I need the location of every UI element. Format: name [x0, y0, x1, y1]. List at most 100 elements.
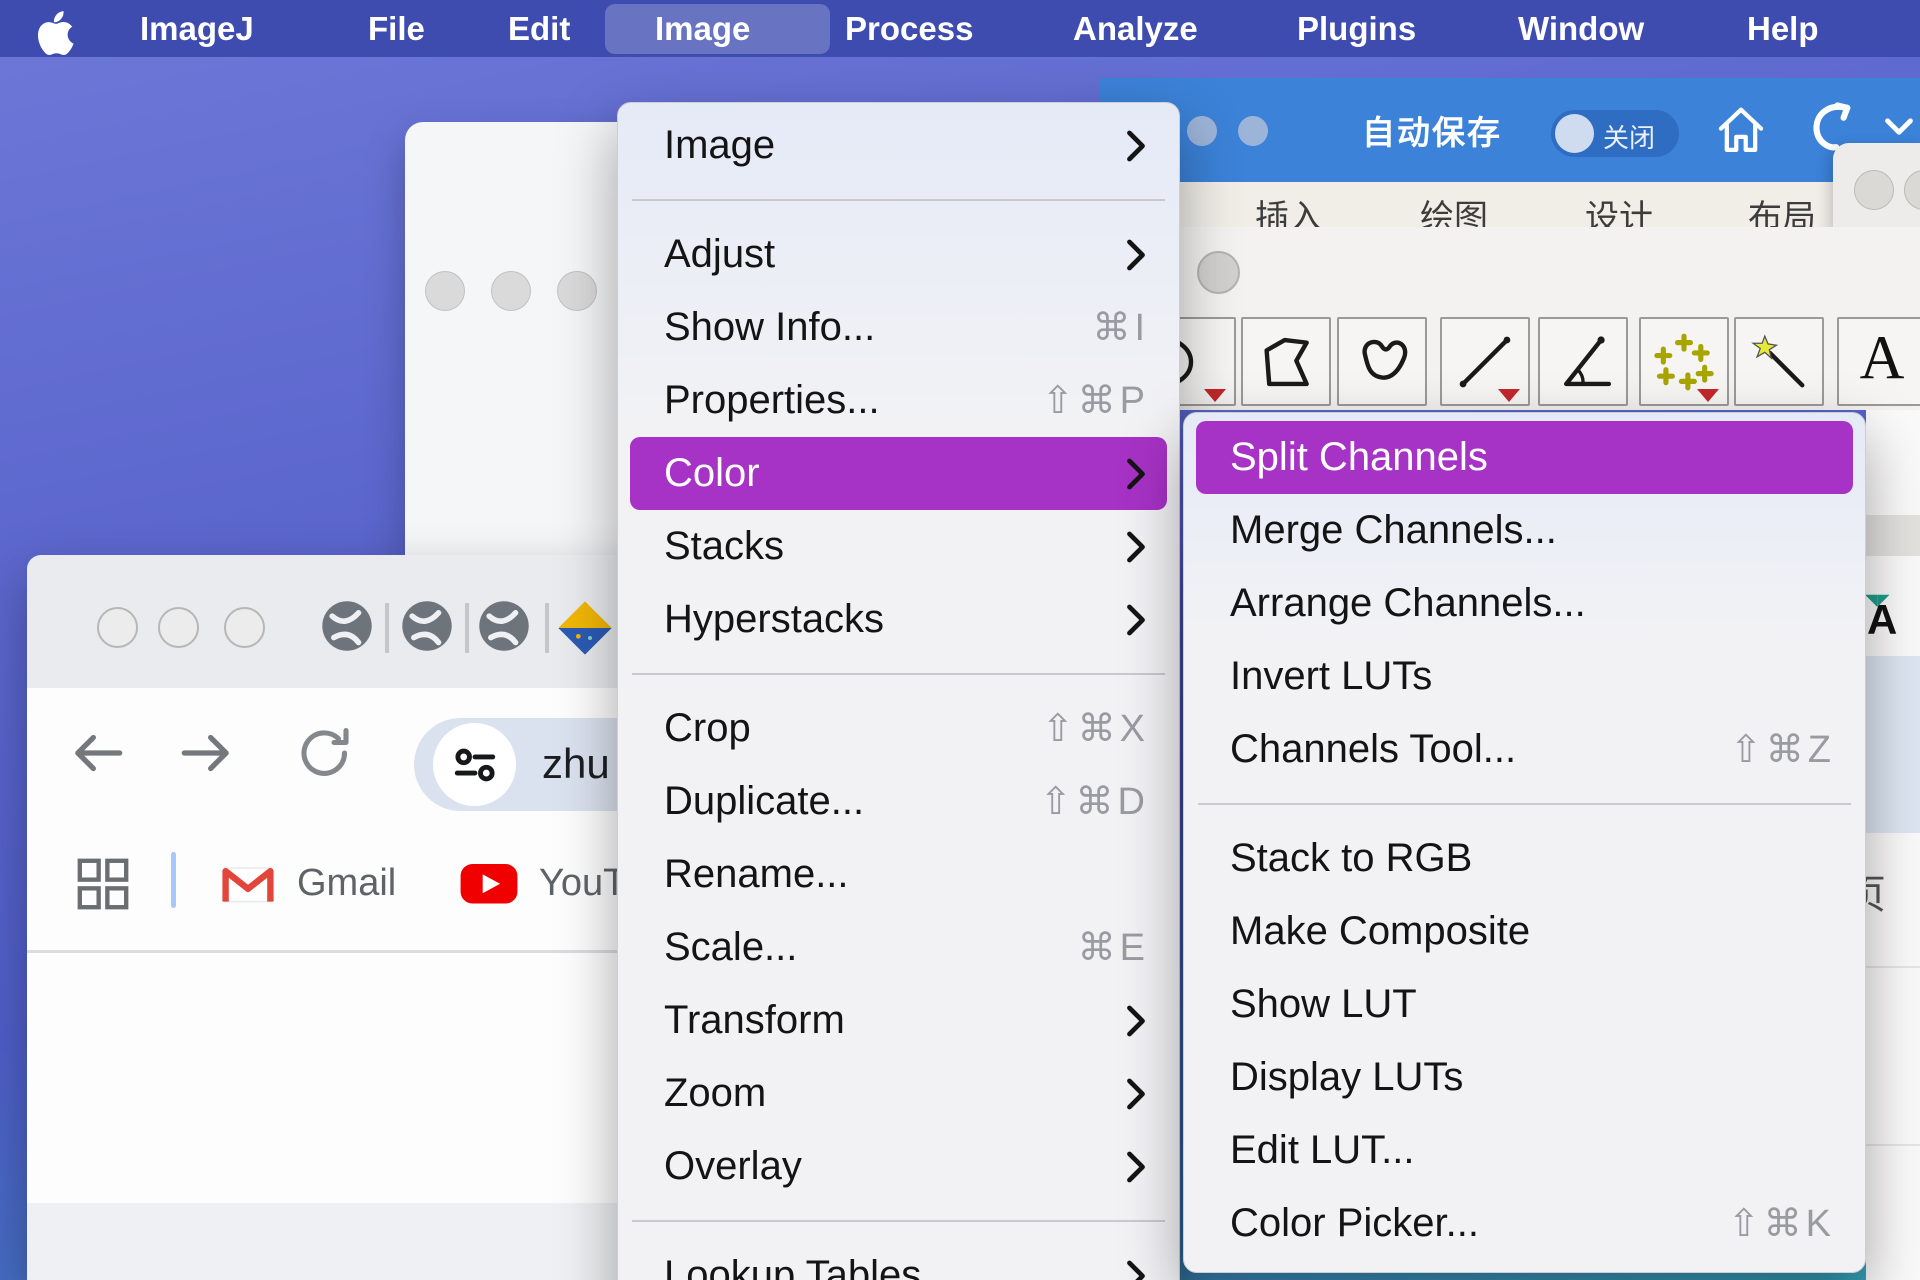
menubar-item-file[interactable]: File: [368, 0, 425, 57]
text-tool-button[interactable]: A: [1837, 317, 1920, 406]
menu-item-make-composite[interactable]: Make Composite: [1184, 895, 1865, 968]
submenu-arrow-icon: [1123, 1150, 1149, 1184]
menu-item-overlay[interactable]: Overlay: [618, 1130, 1179, 1203]
globe-favicon[interactable]: [319, 598, 375, 659]
menu-item-zoom[interactable]: Zoom: [618, 1057, 1179, 1130]
menu-item-stacks[interactable]: Stacks: [618, 510, 1179, 583]
menu-item-split-channels[interactable]: Split Channels: [1196, 421, 1853, 494]
menu-item-rename[interactable]: Rename...: [618, 838, 1179, 911]
angle-tool-button[interactable]: [1538, 317, 1628, 406]
word-traffic-light[interactable]: [1238, 116, 1268, 146]
autosave-toggle[interactable]: 关闭: [1551, 110, 1679, 157]
tune-icon[interactable]: [433, 723, 516, 806]
traffic-light-close[interactable]: [97, 607, 138, 648]
ribbon-tab[interactable]: 绘图: [1420, 190, 1488, 227]
menubar-item-analyze[interactable]: Analyze: [1073, 0, 1198, 57]
menu-item-label: Edit LUT...: [1230, 1128, 1835, 1173]
menu-item-stack-to-rgb[interactable]: Stack to RGB: [1184, 822, 1865, 895]
menu-item-label: Color Picker...: [1230, 1201, 1728, 1246]
menu-item-transform[interactable]: Transform: [618, 984, 1179, 1057]
menu-item-merge-channels[interactable]: Merge Channels...: [1184, 494, 1865, 567]
menu-item-label: Stack to RGB: [1230, 836, 1835, 881]
menu-item-shortcut: ⇧⌘Z: [1730, 727, 1835, 772]
traffic-light[interactable]: [1854, 170, 1894, 210]
menubar-item-image[interactable]: Image: [655, 0, 750, 57]
traffic-light[interactable]: [1197, 251, 1240, 294]
apple-icon[interactable]: [36, 9, 78, 51]
menu-item-scale[interactable]: Scale...⌘E: [618, 911, 1179, 984]
traffic-light-close[interactable]: [425, 271, 465, 311]
line-tool-button[interactable]: [1440, 317, 1530, 406]
submenu-arrow-icon: [1123, 1259, 1149, 1280]
submenu-arrow-icon: [1123, 238, 1149, 272]
line-tool-icon: [1454, 331, 1516, 393]
forward-icon[interactable]: [175, 724, 237, 787]
menu-item-arrange-channels[interactable]: Arrange Channels...: [1184, 567, 1865, 640]
menu-item-adjust[interactable]: Adjust: [618, 218, 1179, 291]
menubar-item-process[interactable]: Process: [845, 0, 973, 57]
menu-item-label: Zoom: [664, 1071, 1111, 1116]
menubar-item-imagej[interactable]: ImageJ: [140, 0, 254, 57]
menu-item-display-luts[interactable]: Display LUTs: [1184, 1041, 1865, 1114]
floating-window-corner: [1833, 143, 1920, 233]
angle-tool-icon: [1552, 331, 1614, 393]
chevron-down-icon[interactable]: [1884, 118, 1914, 143]
globe-favicon[interactable]: [399, 598, 455, 659]
menu-item-duplicate[interactable]: Duplicate...⇧⌘D: [618, 765, 1179, 838]
ribbon-tab[interactable]: 插入: [1255, 190, 1323, 227]
menu-item-invert-luts[interactable]: Invert LUTs: [1184, 640, 1865, 713]
gmail-icon: [219, 860, 277, 908]
submenu-arrow-icon: [1123, 1004, 1149, 1038]
menu-item-properties[interactable]: Properties...⇧⌘P: [618, 364, 1179, 437]
tool-options-marker: [1498, 389, 1520, 402]
apps-grid-icon[interactable]: [74, 855, 132, 918]
traffic-light-minimize[interactable]: [491, 271, 531, 311]
menubar-item-plugins[interactable]: Plugins: [1297, 0, 1416, 57]
traffic-light-zoom[interactable]: [224, 607, 265, 648]
menu-item-hyperstacks[interactable]: Hyperstacks: [618, 583, 1179, 656]
divider: [1866, 1144, 1920, 1146]
globe-favicon[interactable]: [476, 598, 532, 659]
menu-item-crop[interactable]: Crop⇧⌘X: [618, 692, 1179, 765]
submenu-arrow-icon: [1123, 603, 1149, 637]
tool-options-marker: [1697, 389, 1719, 402]
menu-item-label: Image: [664, 123, 1111, 168]
word-ribbon-tabs: 插入 绘图 设计 布局: [1100, 182, 1920, 227]
menu-item-image[interactable]: Image: [618, 109, 1179, 182]
wand-tool-icon: [1748, 331, 1810, 393]
menu-separator: [618, 1203, 1179, 1239]
menu-item-label: Split Channels: [1230, 435, 1835, 480]
menu-item-edit-lut[interactable]: Edit LUT...: [1184, 1114, 1865, 1187]
word-traffic-light[interactable]: [1187, 116, 1217, 146]
menu-item-show-info[interactable]: Show Info...⌘I: [618, 291, 1179, 364]
menu-item-color-picker[interactable]: Color Picker...⇧⌘K: [1184, 1187, 1865, 1260]
menu-item-show-lut[interactable]: Show LUT: [1184, 968, 1865, 1041]
diamond-favicon[interactable]: [555, 598, 615, 663]
menubar-item-help[interactable]: Help: [1747, 0, 1819, 57]
menubar-item-edit[interactable]: Edit: [508, 0, 570, 57]
font-icon-fragment[interactable]: ◥◤A: [1867, 596, 1897, 644]
menu-item-lookup-tables[interactable]: Lookup Tables: [618, 1239, 1179, 1280]
home-icon[interactable]: [1715, 102, 1767, 165]
submenu-arrow-icon: [1123, 457, 1149, 491]
imagej-toolbar-window: A: [1100, 227, 1920, 410]
menu-item-color[interactable]: Color: [630, 437, 1167, 510]
ribbon-tab[interactable]: 布局: [1748, 190, 1816, 227]
back-icon[interactable]: [67, 724, 129, 787]
screen: 自动保存 关闭 插入绘图设计布局 ◥◤A 页 A: [0, 0, 1920, 1280]
point-tool-button[interactable]: [1639, 317, 1729, 406]
word-titlebar: 自动保存 关闭: [1100, 78, 1920, 182]
menu-item-channels-tool[interactable]: Channels Tool...⇧⌘Z: [1184, 713, 1865, 786]
traffic-light-minimize[interactable]: [158, 607, 199, 648]
divider: [1866, 966, 1920, 968]
freehand-tool-button[interactable]: [1337, 317, 1427, 406]
reload-icon[interactable]: [295, 724, 355, 787]
point-tool-icon: [1653, 331, 1715, 393]
traffic-light-zoom[interactable]: [557, 271, 597, 311]
wand-tool-button[interactable]: [1734, 317, 1824, 406]
polygon-tool-button[interactable]: [1241, 317, 1331, 406]
traffic-light[interactable]: [1904, 170, 1920, 210]
ribbon-tab[interactable]: 设计: [1585, 190, 1653, 227]
menubar-item-window[interactable]: Window: [1518, 0, 1644, 57]
color-submenu: Split Channels Merge Channels...Arrange C…: [1183, 412, 1866, 1273]
